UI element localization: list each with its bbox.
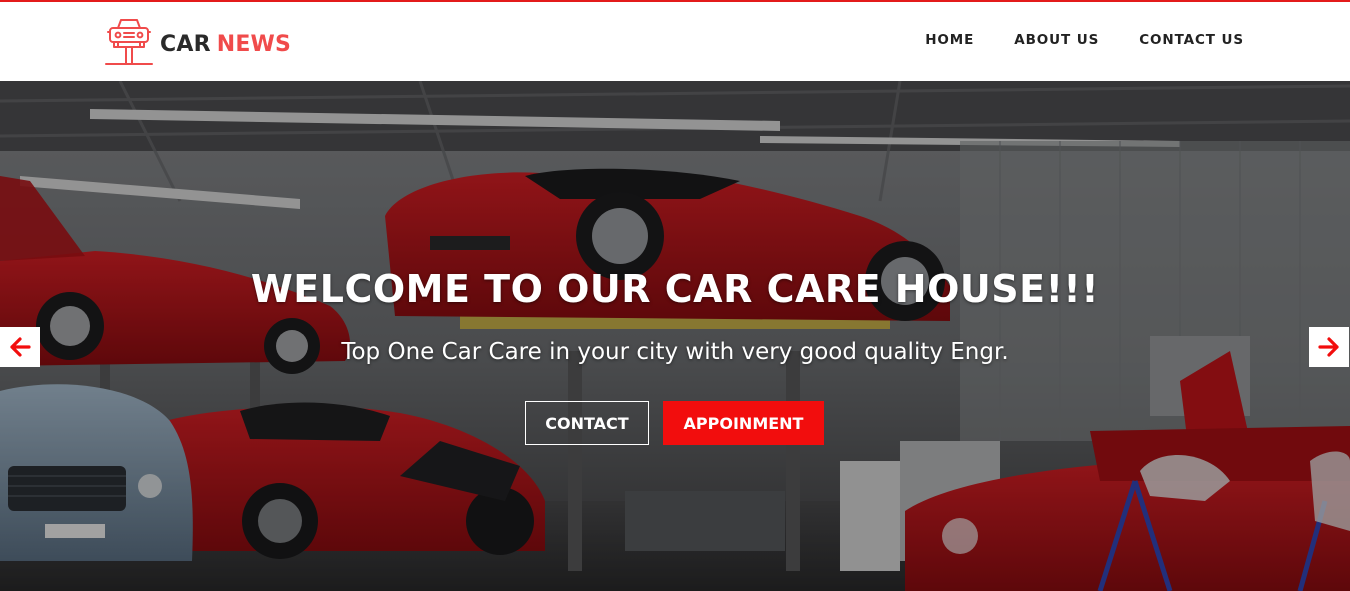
nav-item-home[interactable]: HOME xyxy=(925,32,974,48)
brand-logo[interactable]: CAR NEWS xyxy=(104,16,291,68)
site-header: CAR NEWS HOME ABOUT US CONTACT US xyxy=(0,2,1350,81)
slider-prev-button[interactable] xyxy=(0,327,40,367)
nav-item-about-us[interactable]: ABOUT US xyxy=(1014,32,1099,48)
slider-next-button[interactable] xyxy=(1309,327,1349,367)
car-lift-icon xyxy=(105,19,153,65)
hero-buttons: CONTACT APPOINMENT xyxy=(525,401,824,445)
brand-name-news: NEWS xyxy=(216,31,292,57)
appointment-button[interactable]: APPOINMENT xyxy=(663,401,824,445)
hero-slider: WELCOME TO OUR CAR CARE HOUSE!!! Top One… xyxy=(0,81,1350,591)
brand-name-car: CAR xyxy=(160,31,211,57)
contact-button[interactable]: CONTACT xyxy=(525,401,649,445)
arrow-left-icon xyxy=(10,337,31,357)
arrow-right-icon xyxy=(1318,337,1339,357)
main-nav: HOME ABOUT US CONTACT US xyxy=(925,32,1244,48)
hero-subtitle: Top One Car Care in your city with very … xyxy=(341,339,1009,365)
brand-name: CAR NEWS xyxy=(160,32,291,57)
nav-item-contact-us[interactable]: CONTACT US xyxy=(1139,32,1244,48)
hero-title: WELCOME TO OUR CAR CARE HOUSE!!! xyxy=(250,267,1100,311)
hero-dark-overlay xyxy=(0,81,1350,591)
